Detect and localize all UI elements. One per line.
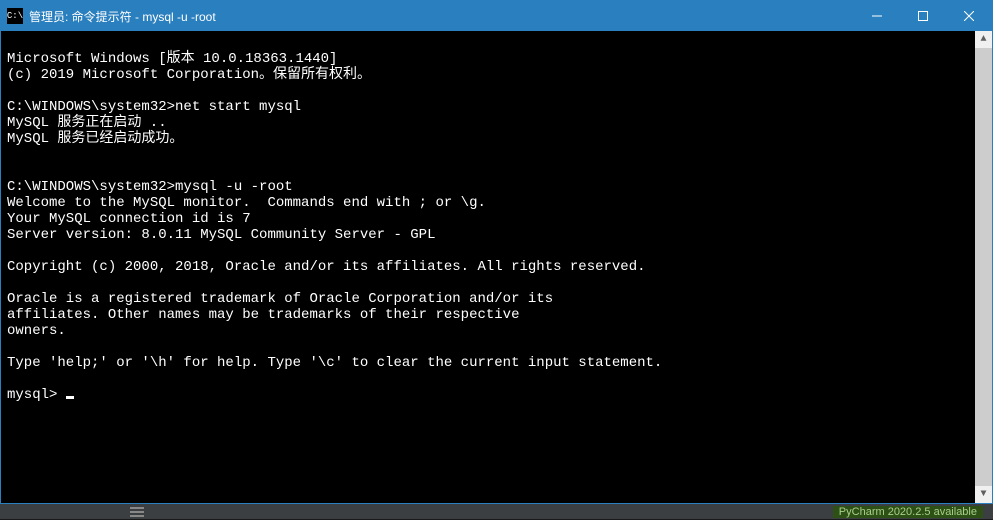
- terminal-line: affiliates. Other names may be trademark…: [7, 307, 519, 323]
- terminal-line: C:\WINDOWS\system32>mysql -u -root: [7, 179, 293, 195]
- titlebar[interactable]: C:\ 管理员: 命令提示符 - mysql -u -root: [1, 1, 992, 31]
- update-notification[interactable]: PyCharm 2020.2.5 available: [833, 506, 983, 518]
- taskbar-icon[interactable]: [130, 507, 144, 517]
- scrollbar-down-button[interactable]: ▼: [975, 486, 992, 503]
- terminal-line: MySQL 服务正在启动 ..: [7, 115, 167, 131]
- terminal-line: MySQL 服务已经启动成功。: [7, 131, 183, 147]
- scrollbar-thumb[interactable]: [975, 48, 992, 486]
- terminal-line: Your MySQL connection id is 7: [7, 211, 251, 227]
- terminal-line: Microsoft Windows [版本 10.0.18363.1440]: [7, 51, 337, 67]
- scrollbar-up-button[interactable]: ▲: [975, 31, 992, 48]
- scrollbar-track[interactable]: [975, 48, 992, 486]
- terminal-line: Copyright (c) 2000, 2018, Oracle and/or …: [7, 259, 646, 275]
- taskbar-left: [130, 504, 144, 519]
- terminal-line: (c) 2019 Microsoft Corporation。保留所有权利。: [7, 67, 371, 83]
- maximize-button[interactable]: [900, 1, 946, 31]
- window-title: 管理员: 命令提示符 - mysql -u -root: [29, 8, 854, 25]
- cursor: [66, 396, 74, 399]
- taskbar: PyCharm 2020.2.5 available: [0, 504, 993, 519]
- app-icon: C:\: [7, 8, 23, 24]
- terminal-window: C:\ 管理员: 命令提示符 - mysql -u -root Microsof…: [0, 0, 993, 504]
- mysql-prompt: mysql>: [7, 387, 66, 403]
- terminal-line: owners.: [7, 323, 66, 339]
- terminal-line: Oracle is a registered trademark of Orac…: [7, 291, 553, 307]
- window-controls: [854, 1, 992, 31]
- terminal-line: Welcome to the MySQL monitor. Commands e…: [7, 195, 486, 211]
- close-button[interactable]: [946, 1, 992, 31]
- terminal-line: Type 'help;' or '\h' for help. Type '\c'…: [7, 355, 662, 371]
- terminal-line: C:\WINDOWS\system32>net start mysql: [7, 99, 301, 115]
- terminal-output[interactable]: Microsoft Windows [版本 10.0.18363.1440] (…: [1, 31, 992, 503]
- minimize-button[interactable]: [854, 1, 900, 31]
- scrollbar[interactable]: ▲ ▼: [975, 31, 992, 503]
- terminal-line: Server version: 8.0.11 MySQL Community S…: [7, 227, 435, 243]
